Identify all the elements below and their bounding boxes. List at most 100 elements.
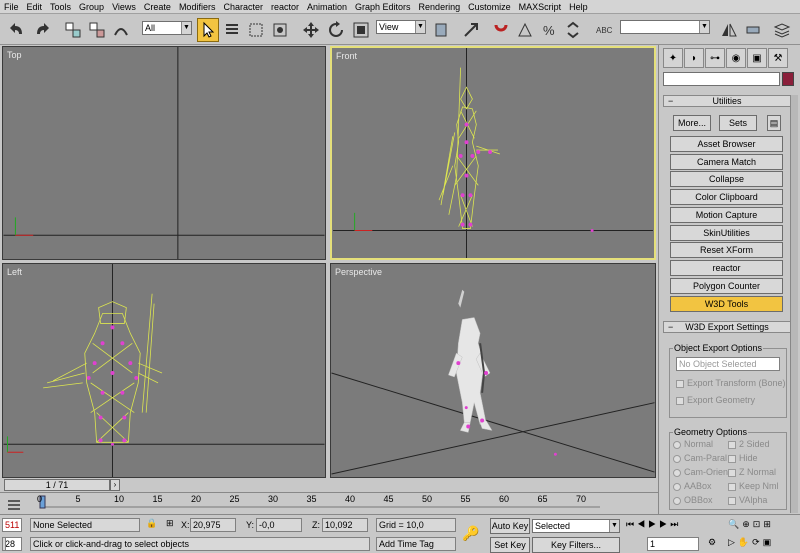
next-frame-icon[interactable]: ▶ [659,519,670,529]
y-coordinate-field[interactable]: -0,0 [256,518,302,532]
menu-file[interactable]: File [4,2,19,12]
reference-coordinate-dropdown[interactable]: View ▼ [376,20,426,34]
object-name-field[interactable] [663,72,780,86]
hide-checkbox[interactable]: Hide [728,453,758,463]
asset-browser-button[interactable]: Asset Browser [670,136,783,152]
go-to-start-icon[interactable]: ⏮ [626,519,637,529]
display-tab[interactable]: ▣ [747,48,767,68]
motion-capture-button[interactable]: Motion Capture [670,207,783,223]
utilities-rollout-header[interactable]: − Utilities [663,95,791,107]
collapse-button[interactable]: Collapse [670,171,783,187]
obbox-radio[interactable]: OBBox [673,495,713,505]
time-slider[interactable]: 1 / 71 [4,479,110,491]
align-button[interactable] [742,18,764,42]
manipulate-button[interactable] [460,18,482,42]
create-tab[interactable]: ✦ [663,48,683,68]
maximize-viewport-icon[interactable]: ▣ [763,537,775,547]
menu-modifiers[interactable]: Modifiers [179,2,216,12]
z-normal-checkbox[interactable]: Z Normal [728,467,776,477]
menu-rendering[interactable]: Rendering [419,2,461,12]
zoom-icon[interactable]: 🔍 [728,519,742,529]
sets-button[interactable]: Sets [719,115,757,131]
zoom-extents-all-icon[interactable]: ⊞ [763,519,774,529]
reactor-button[interactable]: reactor [670,260,783,276]
add-time-tag-button[interactable]: Add Time Tag [376,537,456,551]
command-panel-scrollbar[interactable] [790,95,798,513]
bind-space-warp-button[interactable] [110,18,132,42]
select-and-link-button[interactable] [62,18,84,42]
object-color-swatch[interactable] [782,72,794,86]
select-object-button[interactable] [197,18,219,42]
skin-utilities-button[interactable]: SkinUtilities [670,225,783,241]
undo-button[interactable] [6,18,28,42]
x-coordinate-field[interactable]: 20,975 [190,518,236,532]
reset-xform-button[interactable]: Reset XForm [670,242,783,258]
angle-snap-button[interactable] [514,18,536,42]
menu-help[interactable]: Help [569,2,588,12]
auto-key-button[interactable]: Auto Key [490,518,530,534]
polygon-counter-button[interactable]: Polygon Counter [670,278,783,294]
valpha-checkbox[interactable]: VAlpha [728,495,767,505]
pan-hand-icon[interactable]: ✋ [738,537,752,547]
window-crossing-button[interactable] [269,18,291,42]
cam-orient-radio[interactable]: Cam-Orient [673,467,731,477]
select-and-scale-button[interactable] [350,18,372,42]
menu-character[interactable]: Character [223,2,263,12]
unlink-button[interactable] [86,18,108,42]
w3d-export-rollout-header[interactable]: − W3D Export Settings [663,321,791,333]
go-to-end-icon[interactable]: ⏭ [670,519,681,529]
viewport-front[interactable]: Front [330,46,656,260]
next-frame-button[interactable]: › [110,479,120,491]
color-clipboard-button[interactable]: Color Clipboard [670,189,783,205]
menu-create[interactable]: Create [144,2,171,12]
rectangular-selection-button[interactable] [245,18,267,42]
menu-group[interactable]: Group [79,2,104,12]
keep-nml-checkbox[interactable]: Keep Nml [728,481,779,491]
time-configuration-icon[interactable]: ⚙ [708,537,716,548]
maxscript-listener-mini[interactable]: 511 [2,518,22,532]
previous-frame-icon[interactable]: ◀ [637,519,648,529]
normal-radio[interactable]: Normal [673,439,713,449]
export-transform-checkbox[interactable]: Export Transform (Bone) [676,378,786,388]
w3d-tools-button[interactable]: W3D Tools [670,296,783,312]
named-selection-dropdown[interactable]: ▼ [620,20,710,34]
viewport-perspective[interactable]: Perspective [330,263,656,478]
hierarchy-tab[interactable]: ⊶ [705,48,725,68]
arc-rotate-icon[interactable]: ⟳ [752,537,763,547]
viewport-top[interactable]: Top [2,46,326,260]
key-filters-button[interactable]: Key Filters... [532,537,620,553]
more-button[interactable]: More... [673,115,711,131]
pivot-point-button[interactable] [430,18,452,42]
z-coordinate-field[interactable]: 10,092 [322,518,368,532]
modify-tab[interactable]: ◗ [684,48,704,68]
menu-customize[interactable]: Customize [468,2,511,12]
menu-tools[interactable]: Tools [50,2,71,12]
motion-tab[interactable]: ◉ [726,48,746,68]
lock-selection-icon[interactable]: 🔒 [146,518,157,529]
select-and-rotate-button[interactable] [325,18,347,42]
select-and-move-button[interactable] [300,18,322,42]
field-of-view-icon[interactable]: ▷ [728,537,738,547]
two-sided-checkbox[interactable]: 2 Sided [728,439,770,449]
menu-animation[interactable]: Animation [307,2,347,12]
set-key-button[interactable]: Set Key [490,537,530,553]
cam-paral-radio[interactable]: Cam-Paral [673,453,727,463]
export-geometry-checkbox[interactable]: Export Geometry [676,395,755,405]
utilities-tab[interactable]: ⚒ [768,48,788,68]
zoom-all-icon[interactable]: ⊕ [742,519,753,529]
menu-edit[interactable]: Edit [27,2,43,12]
redo-button[interactable] [31,18,53,42]
current-frame-field[interactable]: 1 [647,537,699,551]
percent-snap-button[interactable]: % [538,18,560,42]
edit-named-selection-button[interactable]: ABC [593,18,615,42]
configure-button-sets-button[interactable]: ▤ [767,115,781,131]
menu-views[interactable]: Views [112,2,136,12]
viewport-left[interactable]: Left [2,263,326,478]
track-bar[interactable]: 0 5 10 15 20 25 30 35 40 45 50 55 60 65 70 [0,492,658,515]
select-by-name-button[interactable] [221,18,243,42]
camera-match-button[interactable]: Camera Match [670,154,783,170]
play-icon[interactable]: ▶ [648,519,659,529]
menu-reactor[interactable]: reactor [271,2,299,12]
snaps-toggle-button[interactable] [490,18,512,42]
menu-maxscript[interactable]: MAXScript [519,2,562,12]
